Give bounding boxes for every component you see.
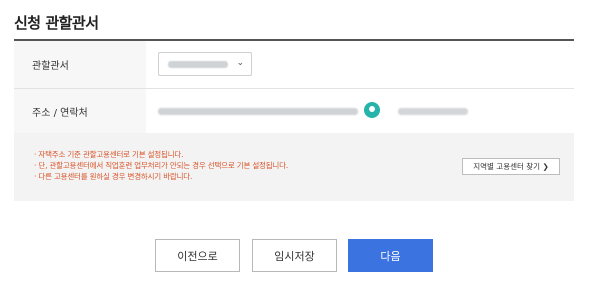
jurisdiction-select[interactable]: ⌄ bbox=[158, 52, 252, 76]
page-title: 신청 관할관서 bbox=[14, 14, 99, 32]
notice-item: 자택주소 기준 관할고용센터로 기본 설정됩니다. bbox=[34, 149, 288, 160]
find-employment-center-button[interactable]: 지역별 고용센터 찾기 ❯ bbox=[462, 158, 560, 175]
chevron-down-icon: ⌄ bbox=[236, 58, 244, 68]
notice-item: 다른 고용센터를 원하실 경우 변경하시기 바랍니다. bbox=[34, 171, 288, 182]
notice-item: 단, 관할고용센터에서 직업훈련 업무처리가 안되는 경우 선택으로 기본 설정… bbox=[34, 160, 288, 171]
jurisdiction-row: 관할관서 ⌄ bbox=[14, 41, 574, 89]
phone-value bbox=[398, 108, 468, 115]
jurisdiction-label: 관할관서 bbox=[14, 41, 146, 88]
address-row: 주소 / 연락처 bbox=[14, 89, 574, 134]
jurisdiction-select-value bbox=[168, 61, 228, 68]
notice-list: 자택주소 기준 관할고용센터로 기본 설정됩니다. 단, 관할고용센터에서 직업… bbox=[34, 149, 288, 182]
location-pin-icon[interactable] bbox=[364, 102, 380, 118]
next-button[interactable]: 다음 bbox=[348, 239, 433, 272]
prev-button[interactable]: 이전으로 bbox=[155, 239, 240, 272]
address-label: 주소 / 연락처 bbox=[14, 89, 146, 133]
address-value bbox=[158, 108, 358, 115]
notice-box: 자택주소 기준 관할고용센터로 기본 설정됩니다. 단, 관할고용센터에서 직업… bbox=[14, 133, 574, 201]
temp-save-button[interactable]: 임시저장 bbox=[252, 239, 337, 272]
